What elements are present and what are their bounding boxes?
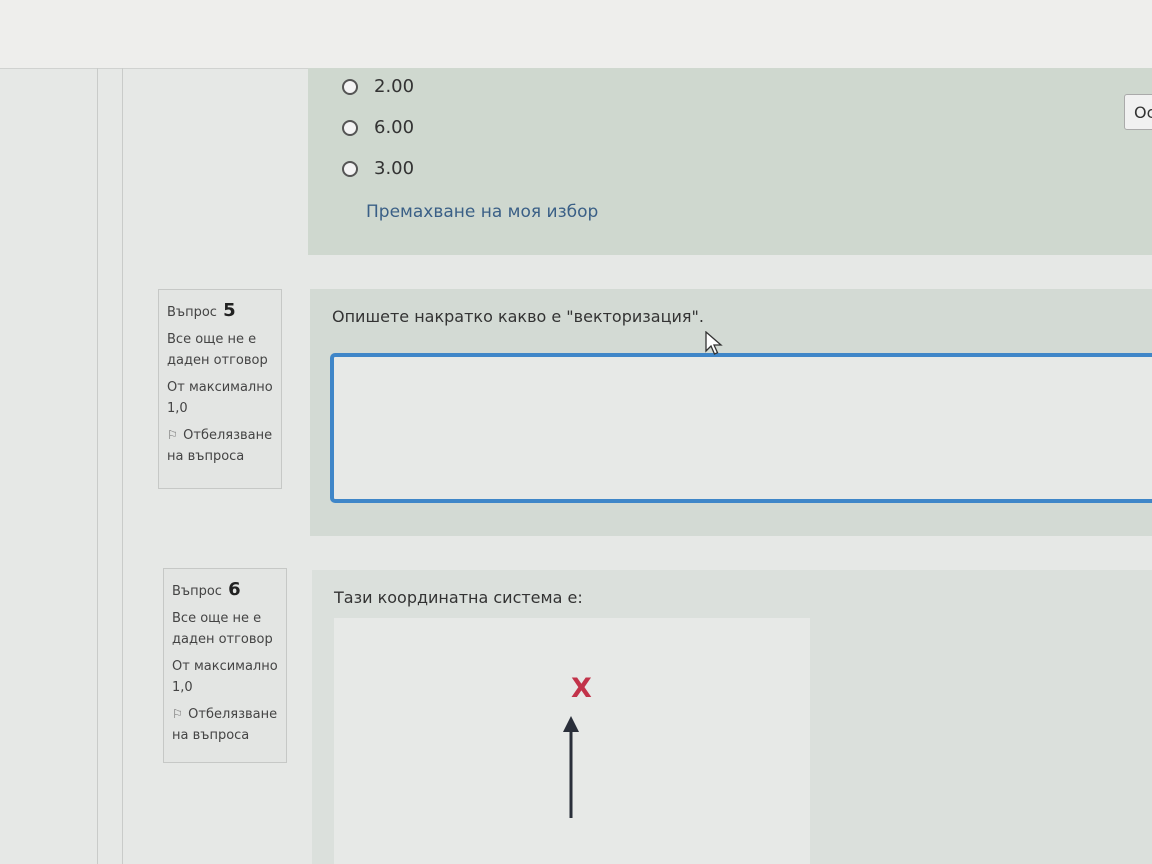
answer-textarea[interactable] xyxy=(330,353,1152,503)
question-text: Тази координатна система е: xyxy=(334,588,583,607)
answer-option[interactable]: 3.00 xyxy=(342,158,414,179)
radio-button[interactable] xyxy=(342,119,358,136)
left-divider xyxy=(97,68,98,864)
question-max-points: От максимално 1,0 xyxy=(172,659,278,695)
flag-icon: ⚐ xyxy=(172,707,183,721)
question-info-6: Въпрос 6 Все още не е даден отговор От м… xyxy=(163,568,287,763)
answer-option-label: 2.00 xyxy=(374,76,415,97)
mouse-cursor-icon xyxy=(705,331,723,355)
radio-button[interactable] xyxy=(342,160,358,177)
question-status: Все още не е даден отговор xyxy=(172,611,273,647)
flag-question-link[interactable]: ⚐ Отбелязване на въпроса xyxy=(172,704,278,746)
question-status: Все още не е даден отговор xyxy=(167,332,268,368)
answer-option[interactable]: 6.00 xyxy=(342,117,414,138)
question-label: Въпрос xyxy=(172,584,222,599)
quiz-page: 2.00 6.00 3.00 Премахване на моя избор О… xyxy=(0,0,1152,864)
question-text: Опишете накратко какво е "векторизация". xyxy=(332,307,704,326)
coordinate-system-image: X xyxy=(334,618,810,864)
browser-top-area xyxy=(0,0,1152,69)
question-number: 6 xyxy=(228,579,241,600)
answer-option-label: 3.00 xyxy=(374,158,415,179)
question-label: Въпрос xyxy=(167,305,217,320)
flag-question-link[interactable]: ⚐ Отбелязване на въпроса xyxy=(167,425,273,467)
radio-button[interactable] xyxy=(342,78,358,95)
flag-question-label: Отбелязване на въпроса xyxy=(167,428,273,464)
left-divider-inner xyxy=(122,68,123,864)
flag-question-label: Отбелязване на въпроса xyxy=(172,707,278,743)
axis-arrow xyxy=(563,716,579,818)
question-content-5: Опишете накратко какво е "векторизация". xyxy=(310,289,1152,536)
previous-question-answers: 2.00 6.00 3.00 Премахване на моя избор xyxy=(308,68,1152,255)
question-number: 5 xyxy=(223,300,236,321)
question-content-6: Тази координатна система е: X xyxy=(312,570,1152,864)
clear-choice-link[interactable]: Премахване на моя избор xyxy=(366,202,598,222)
answer-option[interactable]: 2.00 xyxy=(342,76,414,97)
answer-option-label: 6.00 xyxy=(374,117,415,138)
navigation-button[interactable]: Ос xyxy=(1124,94,1152,130)
question-max-points: От максимално 1,0 xyxy=(167,380,273,416)
question-info-5: Въпрос 5 Все още не е даден отговор От м… xyxy=(158,289,282,489)
flag-icon: ⚐ xyxy=(167,428,178,442)
